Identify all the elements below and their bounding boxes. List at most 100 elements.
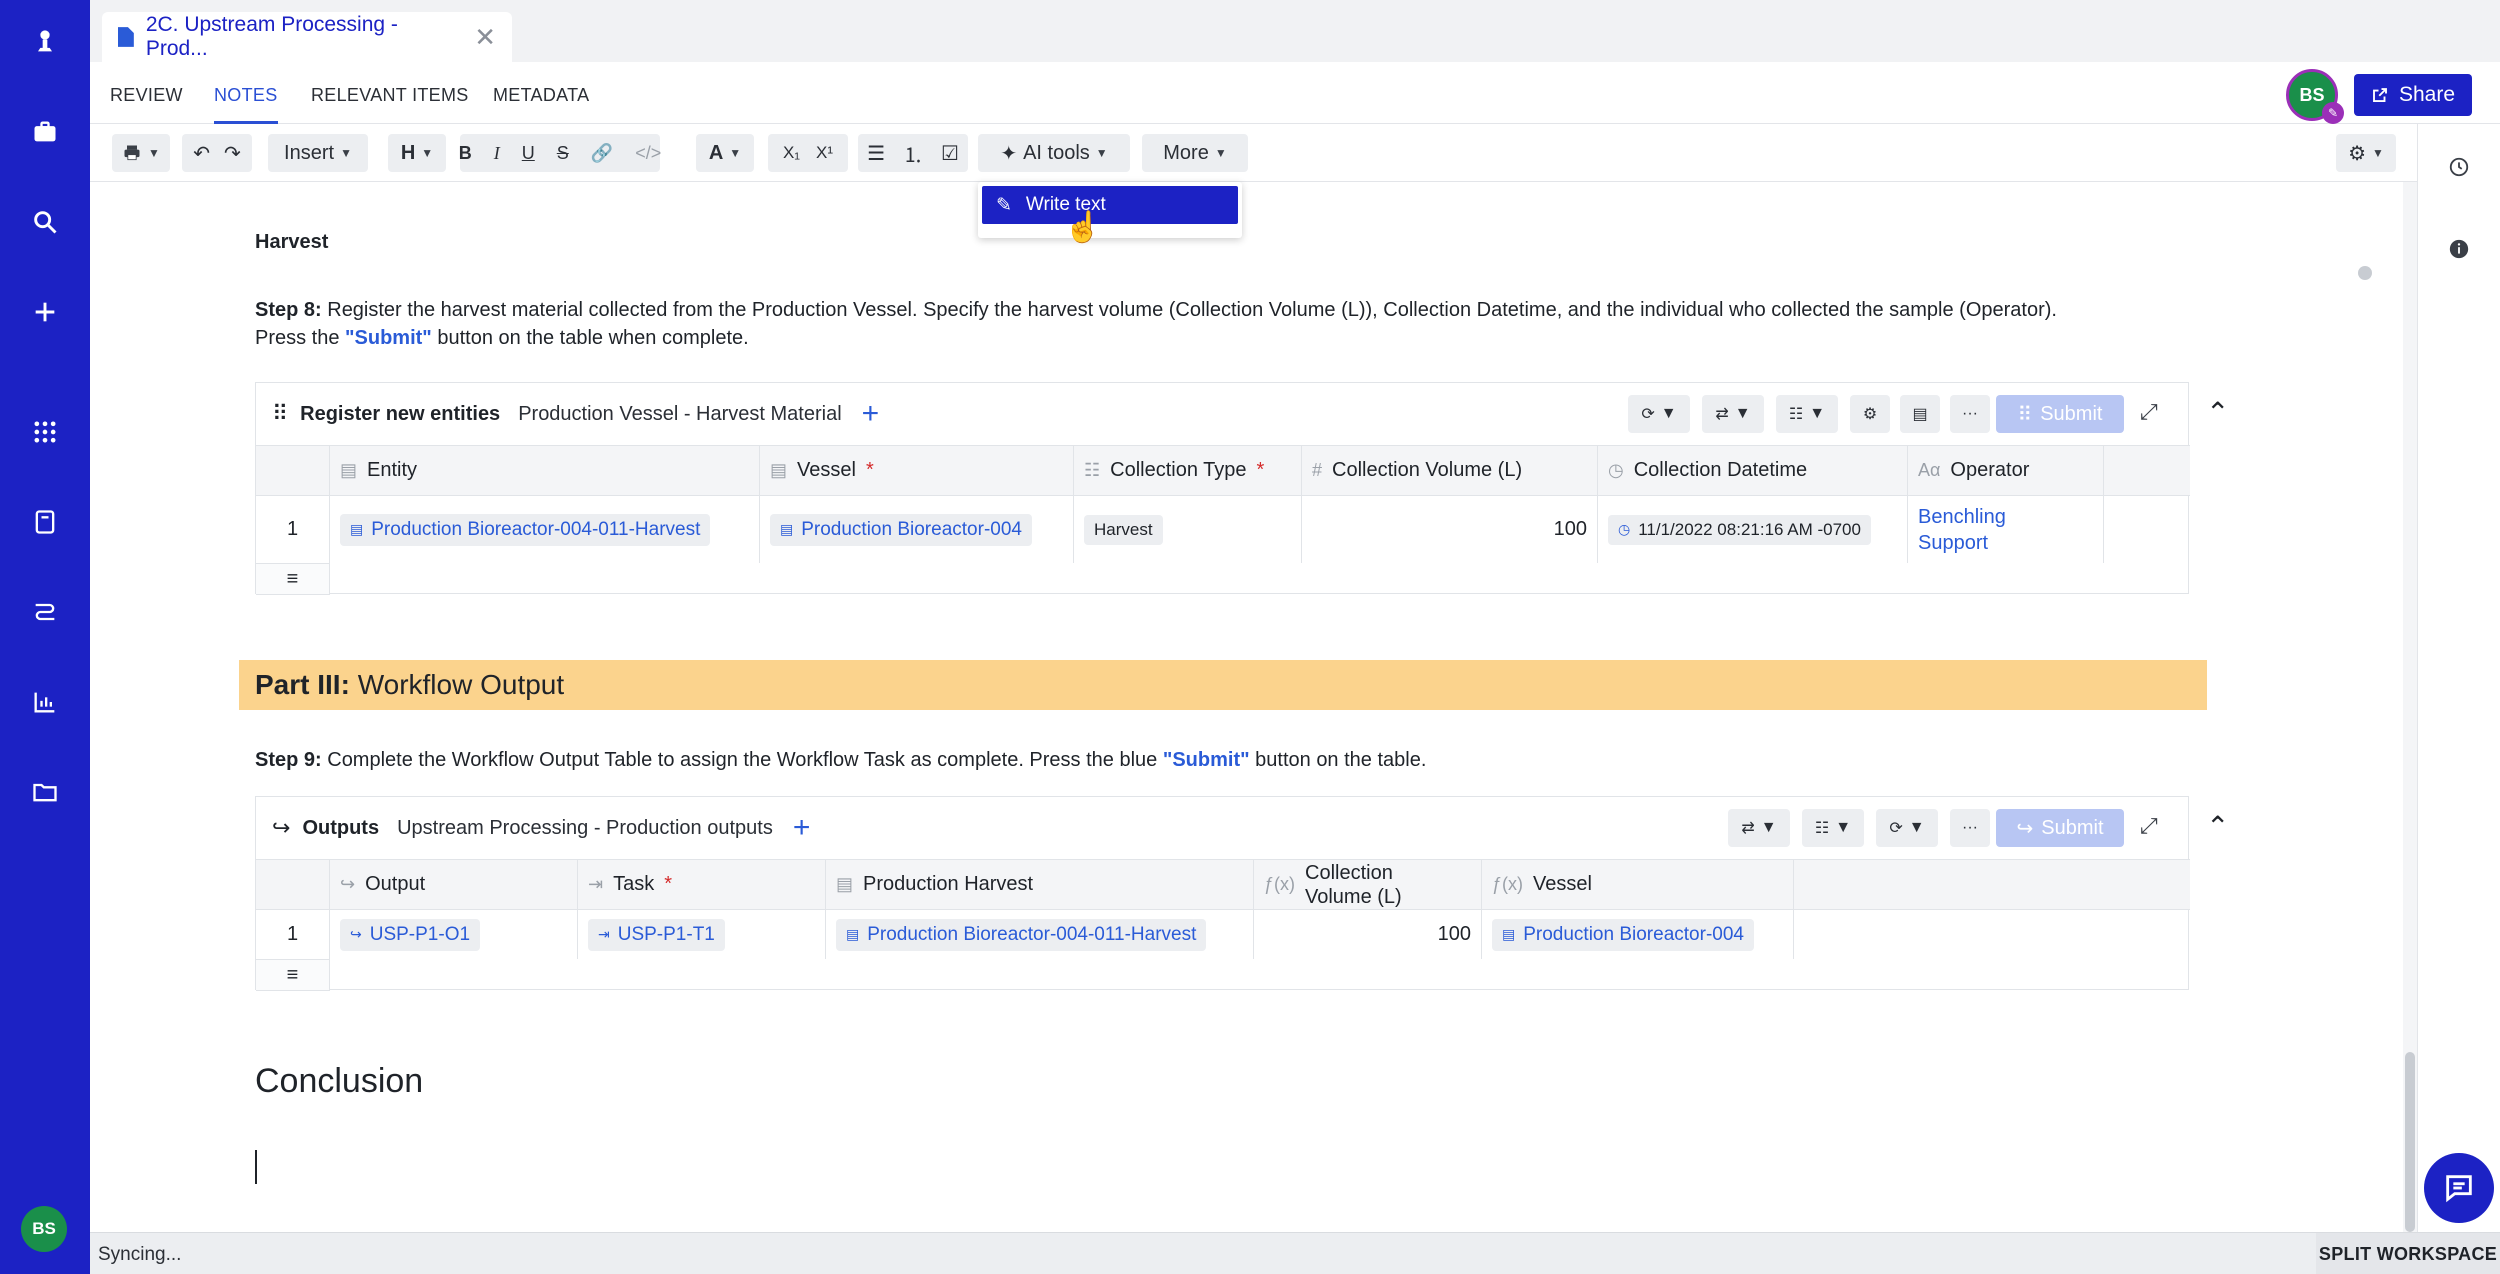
cell-operator[interactable]: Benchling Support <box>1908 495 2104 563</box>
header-collection-volume[interactable]: ƒ(x) Collection Volume (L) <box>1254 859 1482 909</box>
header-collection-volume[interactable]: # Collection Volume (L) <box>1302 445 1598 495</box>
superscript-button[interactable]: X¹ <box>816 143 833 163</box>
notebook-icon[interactable] <box>25 502 65 542</box>
heading-dropdown[interactable]: H ▼ <box>388 134 446 172</box>
datetime-chip[interactable]: ◷ 11/1/2022 08:21:16 AM -0700 <box>1608 514 1871 545</box>
cell-task[interactable]: ⇥ USP-P1-T1 <box>578 909 826 959</box>
submit-label: Submit <box>2041 816 2104 839</box>
folder-icon[interactable] <box>25 772 65 812</box>
table1-submit-button[interactable]: ⠿ Submit <box>1996 395 2124 433</box>
table2-submit-button[interactable]: ↪ Submit <box>1996 809 2124 847</box>
bold-button[interactable]: B <box>459 143 472 164</box>
header-task[interactable]: ⇥ Task * <box>578 859 826 909</box>
settings-dropdown[interactable]: ⚙ ▼ <box>2336 134 2396 172</box>
add-output-icon[interactable]: + <box>793 811 811 845</box>
tab-relevant-items[interactable]: RELEVANT ITEMS <box>311 62 469 124</box>
briefcase-icon[interactable] <box>25 112 65 152</box>
bar-chart-icon[interactable] <box>25 682 65 722</box>
header-production-harvest[interactable]: ▤ Production Harvest <box>826 859 1254 909</box>
more-dropdown[interactable]: More ▼ <box>1142 134 1248 172</box>
vessel-chip[interactable]: ▤ Production Bioreactor-004 <box>770 513 1032 546</box>
transform-dropdown[interactable]: ⇄ ▼ <box>1702 395 1764 433</box>
link-icon[interactable]: 🔗 <box>591 143 613 164</box>
more-actions-button[interactable]: ··· <box>1950 395 1990 433</box>
checkbox-icon[interactable]: ☑ <box>941 141 959 166</box>
redo-icon[interactable]: ↷ <box>224 141 241 166</box>
add-entity-icon[interactable]: + <box>862 397 880 431</box>
cell-vessel[interactable]: ▤ Production Bioreactor-004 <box>1482 909 1794 959</box>
input-arrow-icon: ⇥ <box>588 874 604 894</box>
ai-tools-dropdown[interactable]: ✦ AI tools ▼ <box>978 134 1130 172</box>
share-button[interactable]: Share <box>2354 74 2472 116</box>
task-chip[interactable]: ⇥ USP-P1-T1 <box>588 918 725 951</box>
close-tab-icon[interactable]: ✕ <box>474 22 496 53</box>
table-settings-button[interactable]: ⚙ <box>1850 395 1890 433</box>
tab-notes[interactable]: NOTES <box>214 62 278 124</box>
code-icon[interactable]: </> <box>635 143 661 164</box>
print-button[interactable]: ▼ <box>112 134 170 172</box>
cell-entity[interactable]: ▤ Production Bioreactor-004-011-Harvest <box>330 495 760 563</box>
entity-chip[interactable]: ▤ Production Bioreactor-004-011-Harvest <box>340 513 711 546</box>
harvest-chip[interactable]: ▤ Production Bioreactor-004-011-Harvest <box>836 918 1207 951</box>
cell-collection-type[interactable]: Harvest <box>1074 495 1302 563</box>
filter-dropdown[interactable]: ☷ ▼ <box>1802 809 1864 847</box>
tab-metadata[interactable]: METADATA <box>493 62 589 124</box>
bullet-list-icon[interactable]: ☰ <box>867 141 885 166</box>
step9-instructions: Step 9: Complete the Workflow Output Tab… <box>255 746 1426 774</box>
text-color-dropdown[interactable]: A ▼ <box>696 134 754 172</box>
header-entity[interactable]: ▤ Entity <box>330 445 760 495</box>
collapse-table1-icon[interactable]: ⌃ <box>2206 396 2229 429</box>
row-menu-icon[interactable]: ≡ <box>256 959 330 991</box>
output-chip[interactable]: ↪ USP-P1-O1 <box>340 918 481 951</box>
italic-button[interactable]: I <box>494 143 500 164</box>
cell-production-harvest[interactable]: ▤ Production Bioreactor-004-011-Harvest <box>826 909 1254 959</box>
cell-collection-volume[interactable]: 100 <box>1302 495 1598 563</box>
more-actions-button[interactable]: ··· <box>1950 809 1990 847</box>
strikethrough-button[interactable]: S <box>557 143 569 164</box>
collection-type-chip[interactable]: Harvest <box>1084 514 1163 545</box>
header-output[interactable]: ↪ Output <box>330 859 578 909</box>
cell-output[interactable]: ↪ USP-P1-O1 <box>330 909 578 959</box>
info-icon[interactable] <box>2444 234 2474 264</box>
header-vessel[interactable]: ▤ Vessel * <box>760 445 1074 495</box>
editor-scrollbar[interactable] <box>2403 182 2417 1232</box>
chat-support-button[interactable] <box>2424 1153 2494 1223</box>
archive-button[interactable]: ▤ <box>1900 395 1940 433</box>
header-collection-type[interactable]: ☷ Collection Type * <box>1074 445 1302 495</box>
subscript-button[interactable]: X₁ <box>783 143 800 163</box>
numbered-list-icon[interactable]: ⒈ <box>903 139 923 168</box>
header-operator[interactable]: Aα Operator <box>1908 445 2104 495</box>
search-icon[interactable] <box>25 202 65 242</box>
row-menu-icon[interactable]: ≡ <box>256 563 330 595</box>
user-avatar[interactable]: BS <box>21 1206 67 1252</box>
cell-collection-datetime[interactable]: ◷ 11/1/2022 08:21:16 AM -0700 <box>1598 495 1908 563</box>
write-text-menu-item[interactable]: ✎ Write text <box>982 186 1238 224</box>
cell-collection-volume[interactable]: 100 <box>1254 909 1482 959</box>
plus-icon[interactable] <box>25 292 65 332</box>
scrollbar-thumb[interactable] <box>2405 1052 2415 1232</box>
required-marker: * <box>664 873 673 895</box>
underline-button[interactable]: U <box>522 143 535 164</box>
editor-toolbar: ▼ ↶ ↷ Insert ▼ H ▼ B I U S 🔗 </> A ▼ X₁ X¹ ☰… <box>90 124 2417 182</box>
history-clock-icon[interactable] <box>2444 152 2474 182</box>
table1-header: ⠿ Register new entities Production Vesse… <box>256 383 2188 445</box>
apps-grid-icon[interactable] <box>25 412 65 452</box>
document-tab[interactable]: 2C. Upstream Processing - Prod... ✕ <box>102 12 512 62</box>
expand-icon[interactable]: ⤢ <box>2140 399 2158 425</box>
refresh-dropdown[interactable]: ⟳ ▼ <box>1628 395 1690 433</box>
vessel-chip[interactable]: ▤ Production Bioreactor-004 <box>1492 918 1754 951</box>
expand-icon[interactable]: ⤢ <box>2140 813 2158 839</box>
collapse-table2-icon[interactable]: ⌃ <box>2206 810 2229 843</box>
refresh-dropdown[interactable]: ⟳ ▼ <box>1876 809 1938 847</box>
workflow-icon[interactable] <box>25 592 65 632</box>
tab-review[interactable]: REVIEW <box>110 62 183 124</box>
undo-icon[interactable]: ↶ <box>193 141 210 166</box>
cell-vessel[interactable]: ▤ Production Bioreactor-004 <box>760 495 1074 563</box>
filter-dropdown[interactable]: ☷ ▼ <box>1776 395 1838 433</box>
header-vessel[interactable]: ƒ(x) Vessel <box>1482 859 1794 909</box>
benchling-logo-icon[interactable] <box>25 22 65 62</box>
split-workspace-button[interactable]: SPLIT WORKSPACE <box>2316 1233 2500 1274</box>
header-collection-datetime[interactable]: ◷ Collection Datetime <box>1598 445 1908 495</box>
insert-dropdown[interactable]: Insert ▼ <box>268 134 368 172</box>
transform-dropdown[interactable]: ⇄ ▼ <box>1728 809 1790 847</box>
